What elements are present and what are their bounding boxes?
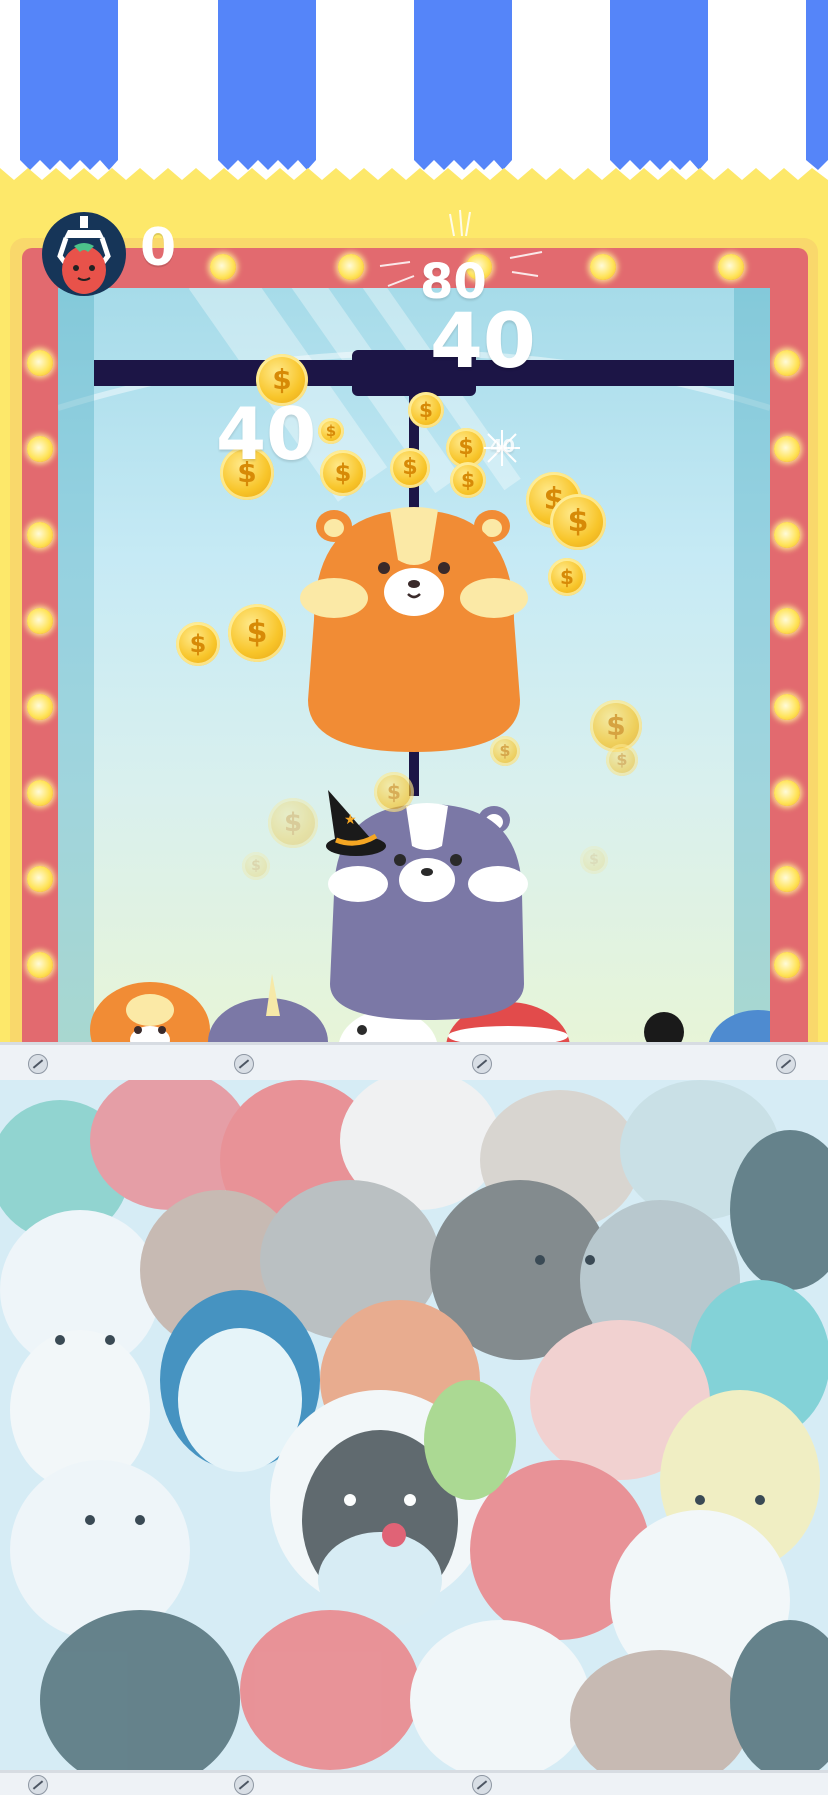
- light-bulb: [27, 952, 53, 978]
- light-bulb: [338, 254, 364, 280]
- claw-grabbing-strawberry-icon: [57, 216, 111, 294]
- screw-icon: [28, 1775, 48, 1795]
- dollar-coin-icon: $: [490, 736, 520, 766]
- machine-bottom-bar: [0, 1770, 828, 1795]
- score-popup: 40: [490, 436, 516, 457]
- glass-side-right: [734, 288, 770, 1060]
- orange-hamster-plush[interactable]: [294, 500, 534, 760]
- score-avatar: [42, 212, 126, 296]
- light-bulb: [27, 780, 53, 806]
- glass-side-left: [58, 288, 94, 1060]
- light-bulb: [718, 254, 744, 280]
- dollar-coin-icon: $: [550, 494, 606, 550]
- screw-icon: [776, 1054, 796, 1074]
- light-bulb: [590, 254, 616, 280]
- light-bulb: [774, 436, 800, 462]
- black-ear: [644, 1012, 684, 1044]
- dollar-coin-icon: $: [228, 604, 286, 662]
- narwhal-plush: [208, 974, 328, 1044]
- purple-hamster-plush-with-witch-hat[interactable]: ★: [322, 784, 532, 1024]
- light-bulb: [774, 866, 800, 892]
- screw-icon: [472, 1775, 492, 1795]
- blue-plush: [708, 1010, 770, 1044]
- dollar-coin-icon: $: [242, 852, 270, 880]
- dollar-coin-icon: $: [320, 450, 366, 496]
- dollar-coin-icon: $: [268, 798, 318, 848]
- plush-pile-illustration: [0, 1080, 828, 1770]
- screw-icon: [234, 1054, 254, 1074]
- dollar-coin-icon: $: [318, 418, 344, 444]
- score-popup: 40: [430, 296, 536, 385]
- dollar-coin-icon: $: [176, 622, 220, 666]
- screw-icon: [472, 1054, 492, 1074]
- score-counter: 0: [140, 218, 177, 278]
- dollar-coin-icon: $: [450, 462, 486, 498]
- light-bulb: [27, 608, 53, 634]
- screw-icon: [28, 1054, 48, 1074]
- dollar-coin-icon: $: [606, 744, 638, 776]
- dollar-coin-icon: $: [390, 448, 430, 488]
- light-bulb: [27, 866, 53, 892]
- dollar-coin-icon: $: [580, 846, 608, 874]
- score-popup: 40: [216, 392, 317, 476]
- dollar-coin-icon: $: [548, 558, 586, 596]
- light-bulb: [774, 608, 800, 634]
- light-bulb: [27, 436, 53, 462]
- dollar-coin-icon: $: [374, 772, 414, 812]
- screw-icon: [234, 1775, 254, 1795]
- svg-text:★: ★: [344, 812, 357, 828]
- light-bulb: [210, 254, 236, 280]
- light-bulb: [27, 522, 53, 548]
- light-bulb: [774, 780, 800, 806]
- light-bulb: [774, 522, 800, 548]
- light-bulb: [27, 350, 53, 376]
- light-bulb: [774, 350, 800, 376]
- awning-stripes: [0, 0, 828, 190]
- plush-pile-display: [0, 1080, 828, 1770]
- light-bulb: [27, 694, 53, 720]
- light-bulb: [774, 694, 800, 720]
- dollar-coin-icon: $: [408, 392, 444, 428]
- fox-plush: [90, 982, 210, 1044]
- light-bulb: [774, 952, 800, 978]
